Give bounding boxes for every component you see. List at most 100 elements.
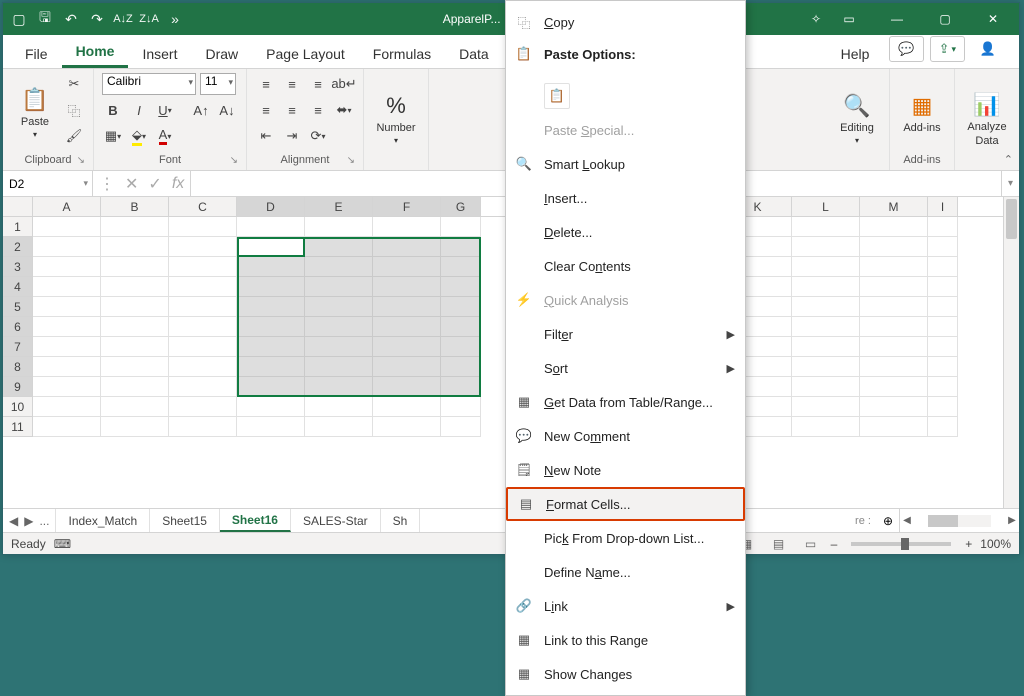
ctx-filter[interactable]: Filter ▶ xyxy=(506,317,745,351)
zoom-in-button[interactable]: + xyxy=(965,537,972,551)
ctx-get-data[interactable]: ▦ Get Data from Table/Range... xyxy=(506,385,745,419)
align-right-icon[interactable]: ≡ xyxy=(307,99,329,121)
merge-center-icon[interactable]: ⬌▾ xyxy=(333,99,355,121)
decrease-font-icon[interactable]: A↓ xyxy=(216,99,238,121)
sheet-tab[interactable]: Sh xyxy=(381,509,421,532)
redo-icon[interactable]: ↷ xyxy=(89,11,105,27)
ctx-format-cells[interactable]: ▤ Format Cells... xyxy=(506,487,745,521)
accessibility-icon[interactable]: ⌨ xyxy=(54,537,71,551)
wrap-text-icon[interactable]: ab↵ xyxy=(333,73,355,95)
ctx-smart-lookup[interactable]: 🔍 Smart Lookup xyxy=(506,147,745,181)
font-size-combo[interactable]: 11▾ xyxy=(200,73,236,95)
col-header[interactable]: G xyxy=(441,197,481,216)
sheet-more-icon[interactable]: ... xyxy=(39,514,49,528)
orientation-icon[interactable]: ⟳▾ xyxy=(307,125,329,147)
addins-button[interactable]: ▦ Add-ins xyxy=(898,73,946,152)
col-header[interactable]: F xyxy=(373,197,441,216)
copy-icon[interactable]: ⿻ xyxy=(63,99,85,121)
tab-file[interactable]: File xyxy=(11,40,62,68)
share-button[interactable]: ⇪ ▾ xyxy=(930,36,965,62)
select-all-corner[interactable] xyxy=(3,197,33,216)
align-left-icon[interactable]: ≡ xyxy=(255,99,277,121)
increase-font-icon[interactable]: A↑ xyxy=(190,99,212,121)
cut-icon[interactable]: ✂ xyxy=(63,73,85,95)
vertical-scrollbar[interactable] xyxy=(1003,197,1019,508)
close-button[interactable]: ✕ xyxy=(973,3,1013,35)
italic-button[interactable]: I xyxy=(128,99,150,121)
ctx-link[interactable]: 🔗 Link ▶ xyxy=(506,589,745,623)
ribbon-display-icon[interactable]: ▭ xyxy=(829,3,869,35)
number-format-button[interactable]: % Number ▾ xyxy=(372,73,420,164)
paste-option-default[interactable]: 📋 xyxy=(544,83,570,109)
undo-icon[interactable]: ↶ xyxy=(63,11,79,27)
cancel-formula-icon[interactable]: ✕ xyxy=(125,174,138,194)
fx-icon[interactable]: fx xyxy=(172,175,184,193)
row-header[interactable]: 11 xyxy=(3,417,33,437)
analyze-data-button[interactable]: 📊 Analyze Data xyxy=(963,73,1011,164)
format-painter-icon[interactable]: 🖌 xyxy=(63,125,85,147)
editing-button[interactable]: 🔍 Editing ▾ xyxy=(833,73,881,164)
align-top-icon[interactable]: ≡ xyxy=(255,73,277,95)
col-header[interactable]: I xyxy=(928,197,958,216)
paste-button[interactable]: 📋 Paste ▾ xyxy=(11,73,59,152)
page-break-view-icon[interactable]: ▭ xyxy=(799,535,823,553)
ctx-sort[interactable]: Sort ▶ xyxy=(506,351,745,385)
ctx-clear-contents[interactable]: Clear Contents xyxy=(506,249,745,283)
row-header[interactable]: 6 xyxy=(3,317,33,337)
minimize-button[interactable]: — xyxy=(877,3,917,35)
ctx-show-changes[interactable]: ▦ Show Changes xyxy=(506,657,745,691)
tab-data[interactable]: Data xyxy=(445,40,503,68)
expand-formula-bar-icon[interactable]: ▾ xyxy=(1001,171,1019,196)
zoom-level[interactable]: 100% xyxy=(980,537,1011,551)
clipboard-dialog-icon[interactable]: ↘ xyxy=(77,155,85,166)
sort-desc-icon[interactable]: Z↓A xyxy=(141,11,157,27)
autosave-icon[interactable]: ▢ xyxy=(11,11,27,27)
decrease-indent-icon[interactable]: ⇤ xyxy=(255,125,277,147)
tab-insert[interactable]: Insert xyxy=(128,40,191,68)
zoom-out-button[interactable]: – xyxy=(831,537,838,551)
row-header[interactable]: 3 xyxy=(3,257,33,277)
align-bottom-icon[interactable]: ≡ xyxy=(307,73,329,95)
font-color-button[interactable]: A▾ xyxy=(154,125,176,147)
ctx-delete[interactable]: Delete... xyxy=(506,215,745,249)
increase-indent-icon[interactable]: ⇥ xyxy=(281,125,303,147)
new-sheet-button[interactable]: ⊕ xyxy=(877,509,899,532)
horizontal-scrollbar[interactable]: ◀▶ xyxy=(899,509,1019,532)
row-header[interactable]: 10 xyxy=(3,397,33,417)
tab-page-layout[interactable]: Page Layout xyxy=(252,40,359,68)
alignment-dialog-icon[interactable]: ↘ xyxy=(347,155,355,166)
sheet-prev-icon[interactable]: ◀ xyxy=(9,514,18,528)
account-icon[interactable]: 👤 xyxy=(971,36,1005,62)
ctx-new-comment[interactable]: 💬 New Comment xyxy=(506,419,745,453)
ctx-insert[interactable]: Insert... xyxy=(506,181,745,215)
qat-more-icon[interactable]: » xyxy=(167,11,183,27)
align-middle-icon[interactable]: ≡ xyxy=(281,73,303,95)
col-header[interactable]: D xyxy=(237,197,305,216)
row-header[interactable]: 1 xyxy=(3,217,33,237)
tab-draw[interactable]: Draw xyxy=(191,40,252,68)
col-header[interactable]: L xyxy=(792,197,860,216)
coming-soon-icon[interactable]: ✧ xyxy=(811,12,821,26)
collapse-ribbon-icon[interactable]: ⌃ xyxy=(1004,153,1013,166)
maximize-button[interactable]: ▢ xyxy=(925,3,965,35)
comments-button[interactable]: 💬 xyxy=(889,36,923,62)
row-header[interactable]: 9 xyxy=(3,377,33,397)
row-header[interactable]: 2 xyxy=(3,237,33,257)
name-box[interactable]: D2 ▾ xyxy=(3,171,93,196)
sheet-tab[interactable]: Sheet15 xyxy=(150,509,220,532)
save-icon[interactable]: 🖫 xyxy=(37,11,53,27)
fill-color-button[interactable]: ⬙▾ xyxy=(128,125,150,147)
formula-bar-menu-icon[interactable]: ⋮ xyxy=(99,174,115,194)
page-layout-view-icon[interactable]: ▤ xyxy=(767,535,791,553)
sheet-tab-active[interactable]: Sheet16 xyxy=(220,509,291,532)
ctx-copy[interactable]: ⿻ Copy xyxy=(506,5,745,39)
borders-button[interactable]: ▦▾ xyxy=(102,125,124,147)
row-header[interactable]: 7 xyxy=(3,337,33,357)
tab-help[interactable]: Help xyxy=(827,40,884,68)
bold-button[interactable]: B xyxy=(102,99,124,121)
sheet-tab[interactable]: Index_Match xyxy=(56,509,150,532)
underline-button[interactable]: U▾ xyxy=(154,99,176,121)
col-header[interactable]: E xyxy=(305,197,373,216)
tab-home[interactable]: Home xyxy=(62,37,129,68)
sheet-tab[interactable]: SALES-Star xyxy=(291,509,381,532)
